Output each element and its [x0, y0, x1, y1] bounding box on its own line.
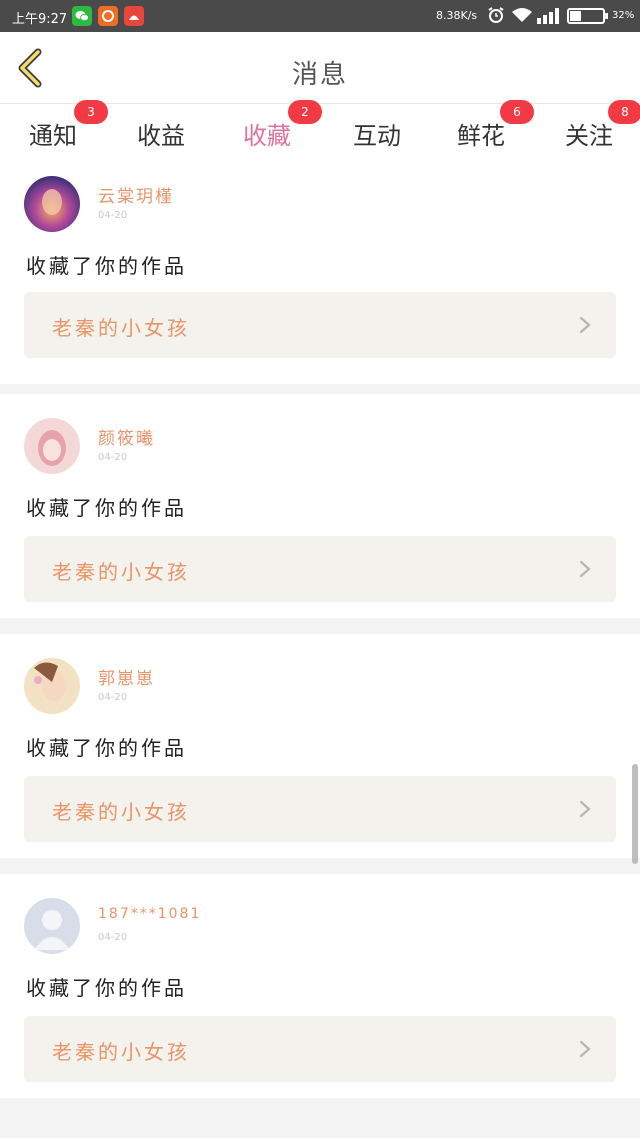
wechat-icon: [72, 6, 92, 26]
tab-label: 收藏: [243, 122, 291, 150]
unread-badge: 6: [500, 100, 534, 124]
message-card: 云棠玥槿 04-20 收藏了你的作品 老秦的小女孩: [0, 160, 640, 384]
tab-notifications[interactable]: 通知 3: [24, 100, 108, 156]
battery-level: 32%: [612, 10, 635, 21]
message-date: 04-20: [98, 452, 128, 463]
username[interactable]: 颜筱曦: [98, 424, 155, 449]
message-card: 187***1081 04-20 收藏了你的作品 老秦的小女孩: [0, 874, 640, 1098]
action-text: 收藏了你的作品: [26, 496, 187, 520]
app-icon: [124, 6, 144, 26]
alarm-icon: [487, 6, 505, 28]
work-title: 老秦的小女孩: [52, 800, 190, 824]
avatar[interactable]: [24, 176, 80, 232]
action-text: 收藏了你的作品: [26, 976, 187, 1000]
tab-label: 收益: [137, 122, 185, 150]
message-date: 04-20: [98, 932, 128, 943]
chevron-right-icon: [579, 1040, 591, 1058]
tab-follows[interactable]: 关注 8: [560, 100, 640, 156]
avatar[interactable]: [24, 658, 80, 714]
work-title: 老秦的小女孩: [52, 316, 190, 340]
battery-icon: [567, 8, 609, 28]
work-link[interactable]: 老秦的小女孩: [24, 1016, 616, 1082]
tab-interactions[interactable]: 互动: [348, 116, 406, 156]
tab-label: 关注: [565, 122, 613, 150]
tab-bar: 通知 3 收益 收藏 2 互动 鲜花 6 关注 8: [0, 100, 640, 164]
username[interactable]: 云棠玥槿: [98, 182, 174, 207]
work-link[interactable]: 老秦的小女孩: [24, 776, 616, 842]
status-bar: 上午9:27 8.38K/s 32%: [0, 0, 640, 32]
work-link[interactable]: 老秦的小女孩: [24, 536, 616, 602]
unread-badge: 3: [74, 100, 108, 124]
tab-flowers[interactable]: 鲜花 6: [452, 100, 534, 156]
message-card: 郭崽崽 04-20 收藏了你的作品 老秦的小女孩: [0, 634, 640, 858]
status-time: 上午9:27: [12, 12, 68, 27]
scrollbar[interactable]: [632, 764, 638, 864]
chevron-right-icon: [579, 316, 591, 334]
tab-label: 互动: [353, 122, 401, 150]
message-date: 04-20: [98, 692, 128, 703]
message-card: 颜筱曦 04-20 收藏了你的作品 老秦的小女孩: [0, 394, 640, 618]
avatar[interactable]: [24, 418, 80, 474]
signal-icon: [537, 8, 563, 28]
header-bar: 消息: [0, 32, 640, 104]
taobao-icon: [98, 6, 118, 26]
tab-favorites[interactable]: 收藏 2: [238, 100, 322, 164]
action-text: 收藏了你的作品: [26, 254, 187, 278]
network-speed: 8.38K/s: [436, 9, 478, 22]
page-title: 消息: [291, 60, 348, 90]
chevron-right-icon: [579, 800, 591, 818]
default-avatar-icon[interactable]: [24, 898, 80, 954]
work-link[interactable]: 老秦的小女孩: [24, 292, 616, 358]
tab-label: 鲜花: [457, 122, 505, 150]
unread-badge: 8: [608, 100, 640, 124]
tab-label: 通知: [29, 122, 77, 150]
message-date: 04-20: [98, 210, 128, 221]
tab-earnings[interactable]: 收益: [132, 116, 190, 156]
username[interactable]: 187***1081: [98, 906, 201, 922]
action-text: 收藏了你的作品: [26, 736, 187, 760]
chevron-right-icon: [579, 560, 591, 578]
wifi-icon: [511, 7, 533, 27]
username[interactable]: 郭崽崽: [98, 664, 155, 689]
work-title: 老秦的小女孩: [52, 1040, 190, 1064]
unread-badge: 2: [288, 100, 322, 124]
work-title: 老秦的小女孩: [52, 560, 190, 584]
